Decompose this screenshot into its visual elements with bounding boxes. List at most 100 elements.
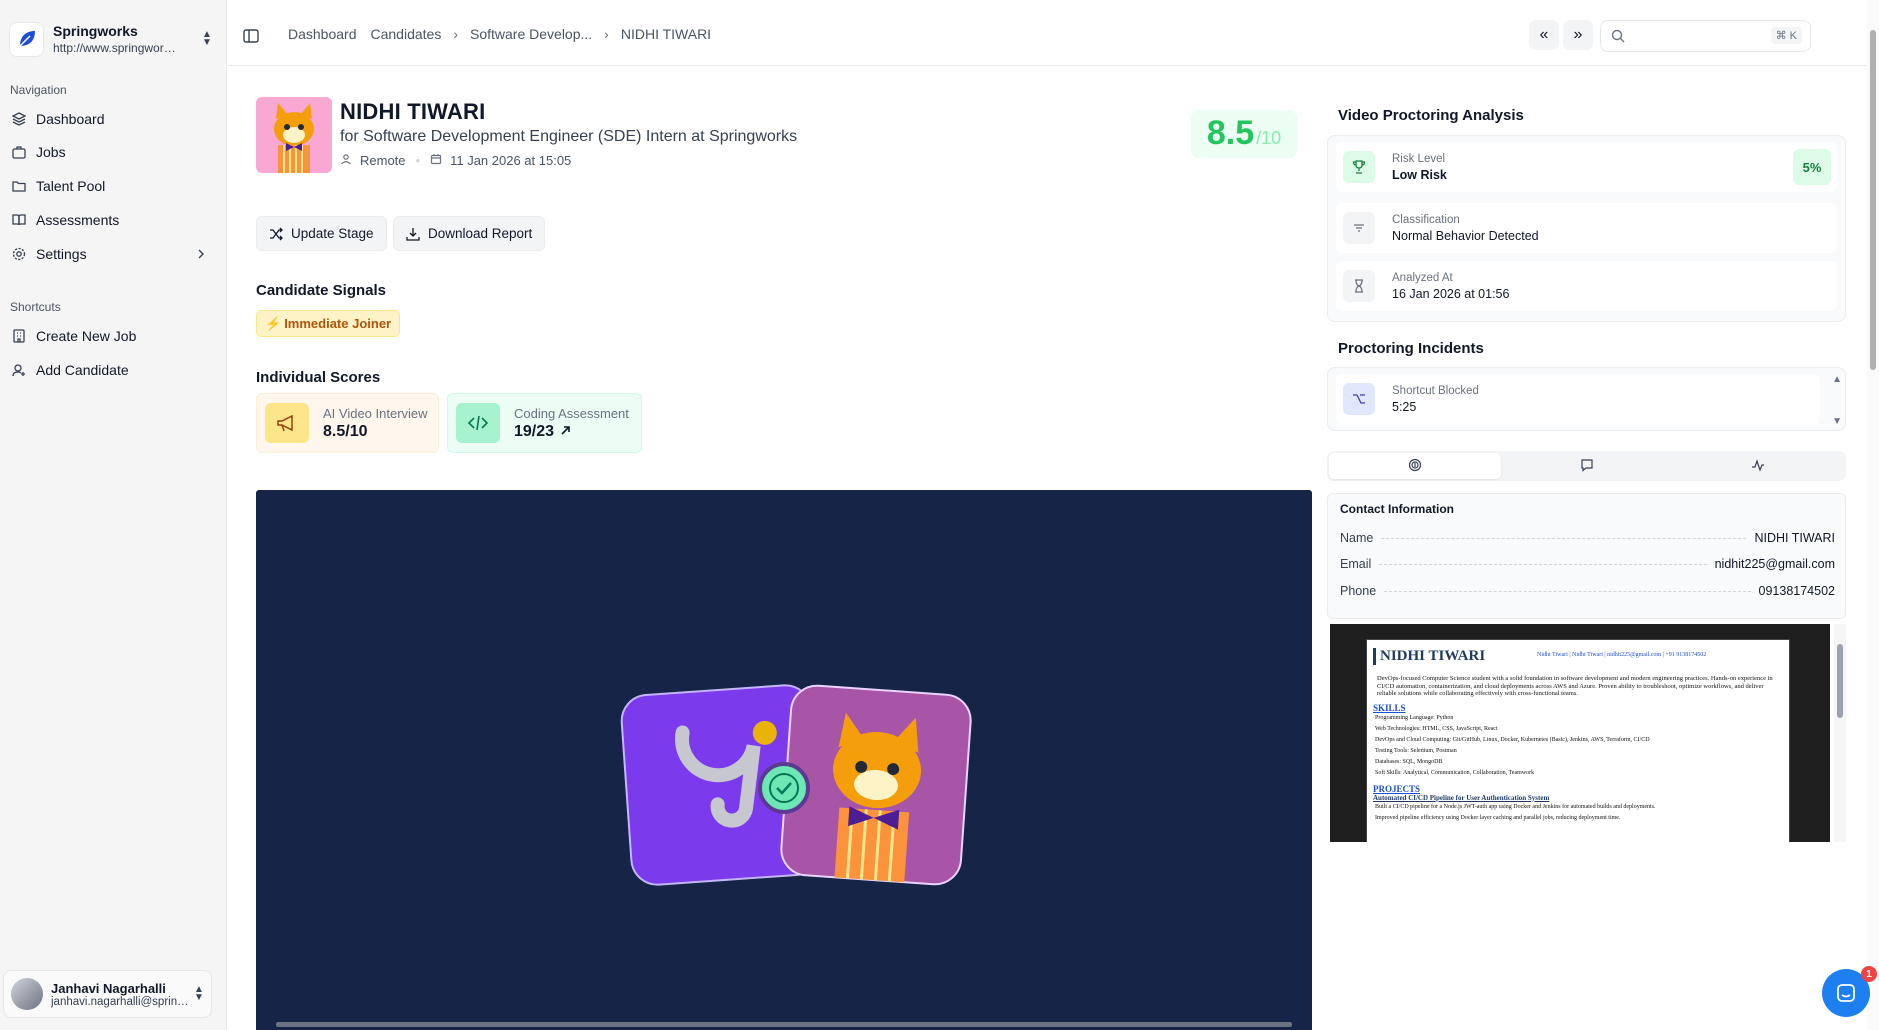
resume-skill: Testing Tools: Selenium, Postman (1375, 747, 1457, 754)
score-label: AI Video Interview (323, 405, 428, 421)
candidate-name: NIDHI TIWARI (340, 99, 486, 124)
layers-icon (12, 112, 26, 126)
contact-email[interactable]: nidhit225@gmail.com (1715, 557, 1835, 571)
shortcut-add-candidate[interactable]: Add Candidate (6, 355, 214, 385)
book-icon (12, 213, 26, 227)
video-player[interactable] (256, 490, 1312, 1030)
briefcase-icon (12, 145, 26, 159)
chevron-right-icon: › (604, 26, 609, 42)
contact-phone-label: Phone (1340, 584, 1377, 598)
shortcut-label: Create New Job (36, 328, 137, 344)
user-email: janhavi.nagarhalli@springworks.in (51, 995, 191, 1008)
sidebar-item-settings[interactable]: Settings (6, 239, 214, 269)
video-progress-bar[interactable] (276, 1022, 1292, 1027)
user-plus-icon (12, 363, 26, 377)
signal-label: Immediate Joiner (284, 316, 392, 331)
overall-score-badge: 8.5 /10 (1191, 110, 1297, 158)
arrow-up-right-icon (560, 423, 571, 441)
notification-badge: 1 (1861, 966, 1877, 982)
incidents-title: Proctoring Incidents (1338, 340, 1484, 357)
resume-project-title: Automated CI/CD Pipeline for User Authen… (1373, 793, 1550, 802)
score-card-coding[interactable]: Coding Assessment 19/23 (447, 393, 642, 453)
gear-icon (12, 247, 26, 261)
classification-value: Normal Behavior Detected (1392, 228, 1539, 243)
sidebar-item-label: Settings (36, 246, 87, 262)
resume-projects-heading: PROJECTS (1373, 783, 1421, 794)
previous-candidate-button[interactable]: « (1529, 20, 1559, 50)
contact-name: NIDHI TIWARI (1754, 531, 1835, 545)
breadcrumb: Dashboard Candidates › Software Develop.… (288, 26, 711, 42)
video-thumbnail (620, 684, 972, 886)
resume-summary: DevOps-focused Computer Science student … (1377, 675, 1773, 697)
sidebar-item-talent-pool[interactable]: Talent Pool (6, 171, 214, 201)
resume-skill: Programming Language: Python (1375, 714, 1454, 721)
resume-skill: DevOps and Cloud Computing: Git/GitHub, … (1375, 736, 1650, 743)
user-name: Janhavi Nagarhalli (51, 980, 166, 996)
contact-phone[interactable]: 09138174502 (1759, 584, 1835, 598)
filter-icon (1343, 212, 1375, 244)
breadcrumb-job[interactable]: Software Develop... (470, 26, 592, 42)
resume-scrollbar[interactable] (1834, 624, 1846, 842)
analyzed-label: Analyzed At (1392, 271, 1453, 284)
megaphone-icon (265, 403, 309, 443)
incidents-panel: Shortcut Blocked 5:25 ▲ ▼ (1327, 367, 1846, 431)
incident-label: Shortcut Blocked (1392, 384, 1479, 397)
tab-comments[interactable] (1501, 453, 1673, 479)
breadcrumb-candidates[interactable]: Candidates (371, 26, 442, 42)
contact-email-row: Email nidhit225@gmail.com (1340, 557, 1835, 571)
hourglass-icon (1343, 270, 1375, 302)
contact-name-row: Name NIDHI TIWARI (1340, 531, 1835, 545)
resume-project-point: Built a CI/CD pipeline for a Node.js JWT… (1375, 803, 1656, 810)
score-value: 8.5/10 (323, 422, 368, 440)
shortcut-create-new-job[interactable]: Create New Job (6, 321, 214, 351)
download-report-label: Download Report (428, 226, 533, 241)
code-icon (456, 403, 500, 443)
resume-viewer[interactable]: NIDHI TIWARI Nidhi Tiwari | Nidhi Tiwari… (1330, 624, 1830, 842)
search-input[interactable]: ⌘ K (1600, 20, 1811, 52)
sidebar-toggle-icon (243, 29, 259, 43)
sidebar-item-label: Assessments (36, 212, 120, 228)
shortcut-label: Add Candidate (36, 362, 129, 378)
next-candidate-button[interactable]: » (1563, 20, 1593, 50)
chevron-right-icon: › (453, 26, 458, 42)
chat-icon (1837, 984, 1855, 1002)
user-menu[interactable]: Janhavi Nagarhalli janhavi.nagarhalli@sp… (3, 970, 212, 1018)
incident-time: 5:25 (1392, 399, 1417, 414)
analyzed-at-row: Analyzed At 16 Jan 2026 at 01:56 (1336, 261, 1837, 311)
search-icon (1611, 29, 1625, 46)
org-switcher[interactable]: Springworks http://www.springworks.in ▲ ▼ (9, 19, 215, 59)
sidebar-toggle-button[interactable] (242, 27, 260, 45)
sidebar-item-dashboard[interactable]: Dashboard (6, 104, 214, 134)
topbar: Dashboard Candidates › Software Develop.… (227, 6, 1867, 66)
page-scrollbar[interactable] (1867, 0, 1879, 1030)
risk-level-row: Risk Level Low Risk 5% (1336, 142, 1837, 192)
contact-email-label: Email (1340, 557, 1372, 571)
score-card-ai-video[interactable]: AI Video Interview 8.5/10 (256, 393, 439, 453)
sidebar-item-jobs[interactable]: Jobs (6, 137, 214, 167)
resume-page: NIDHI TIWARI Nidhi Tiwari | Nidhi Tiwari… (1366, 639, 1790, 842)
scroll-down-icon[interactable]: ▼ (1832, 416, 1842, 427)
individual-scores-title: Individual Scores (256, 369, 381, 386)
proctoring-panel: Risk Level Low Risk 5% Classification No… (1327, 135, 1846, 322)
incident-item[interactable]: Shortcut Blocked 5:25 (1336, 374, 1820, 424)
shortcuts-section-label: Shortcuts (10, 300, 61, 314)
tab-activity[interactable] (1672, 453, 1844, 479)
org-name: Springworks (53, 22, 138, 39)
sidebar-item-assessments[interactable]: Assessments (6, 205, 214, 235)
side-tabs (1327, 451, 1846, 481)
tab-profile[interactable] (1329, 453, 1501, 479)
contact-title: Contact Information (1340, 502, 1454, 516)
overall-score-denominator: /10 (1256, 128, 1282, 148)
scroll-up-icon[interactable]: ▲ (1832, 374, 1842, 385)
chevron-right-icon (196, 247, 206, 263)
org-url: http://www.springworks.in (53, 40, 181, 55)
sidebar: Springworks http://www.springworks.in ▲ ▼… (0, 0, 227, 1030)
candidate-signals-title: Candidate Signals (256, 282, 387, 299)
candidate-location: Remote (360, 153, 406, 168)
download-report-button[interactable]: Download Report (393, 216, 546, 251)
update-stage-button[interactable]: Update Stage (256, 216, 387, 251)
breadcrumb-dashboard[interactable]: Dashboard (288, 26, 357, 42)
chevrons-right-icon: » (1573, 26, 1583, 43)
location-icon (340, 153, 352, 168)
candidate-avatar (256, 97, 332, 173)
